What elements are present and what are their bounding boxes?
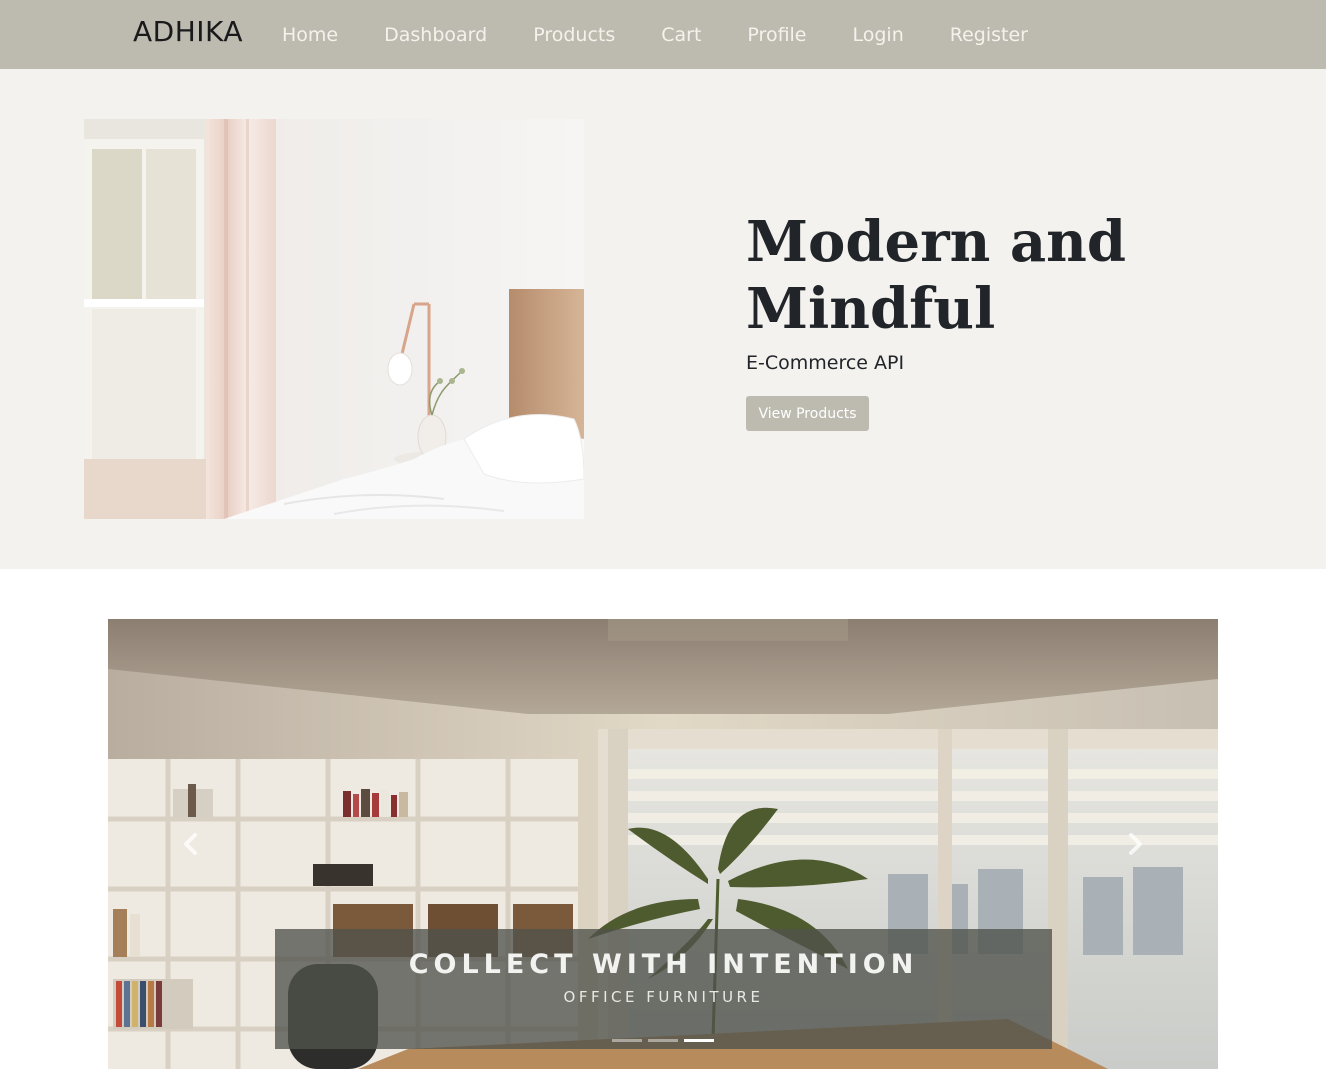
nav-link-register[interactable]: Register [950,24,1028,46]
nav-link-cart[interactable]: Cart [661,24,701,46]
nav-link-profile[interactable]: Profile [747,24,806,46]
nav-link-home[interactable]: Home [282,24,338,46]
carousel: COLLECT WITH INTENTION OFFICE FURNITURE [108,619,1218,1069]
hero-subtitle: E-Commerce API [746,352,905,374]
carousel-indicator-2[interactable] [648,1039,678,1042]
carousel-indicators [108,1039,1218,1042]
hero-title: Modern and Mindful [746,209,1126,342]
view-products-button[interactable]: View Products [746,396,869,431]
chevron-left-icon [184,833,197,855]
navbar: ADHIKA Home Dashboard Products Cart Prof… [0,0,1326,69]
carousel-caption: COLLECT WITH INTENTION OFFICE FURNITURE [275,929,1052,1049]
carousel-next-button[interactable] [1120,829,1150,859]
nav-link-products[interactable]: Products [533,24,615,46]
carousel-indicator-3[interactable] [684,1039,714,1042]
carousel-caption-title: COLLECT WITH INTENTION [408,949,919,980]
carousel-caption-subtitle: OFFICE FURNITURE [563,988,764,1006]
carousel-indicator-1[interactable] [612,1039,642,1042]
nav-link-login[interactable]: Login [853,24,904,46]
nav-menu: Home Dashboard Products Cart Profile Log… [282,0,1074,69]
nav-link-dashboard[interactable]: Dashboard [384,24,487,46]
hero-section: Modern and Mindful E-Commerce API View P… [0,69,1326,569]
carousel-prev-button[interactable] [176,829,206,859]
hero-bedroom-image [84,119,584,519]
chevron-right-icon [1129,833,1142,855]
brand-logo[interactable]: ADHIKA [133,15,243,48]
